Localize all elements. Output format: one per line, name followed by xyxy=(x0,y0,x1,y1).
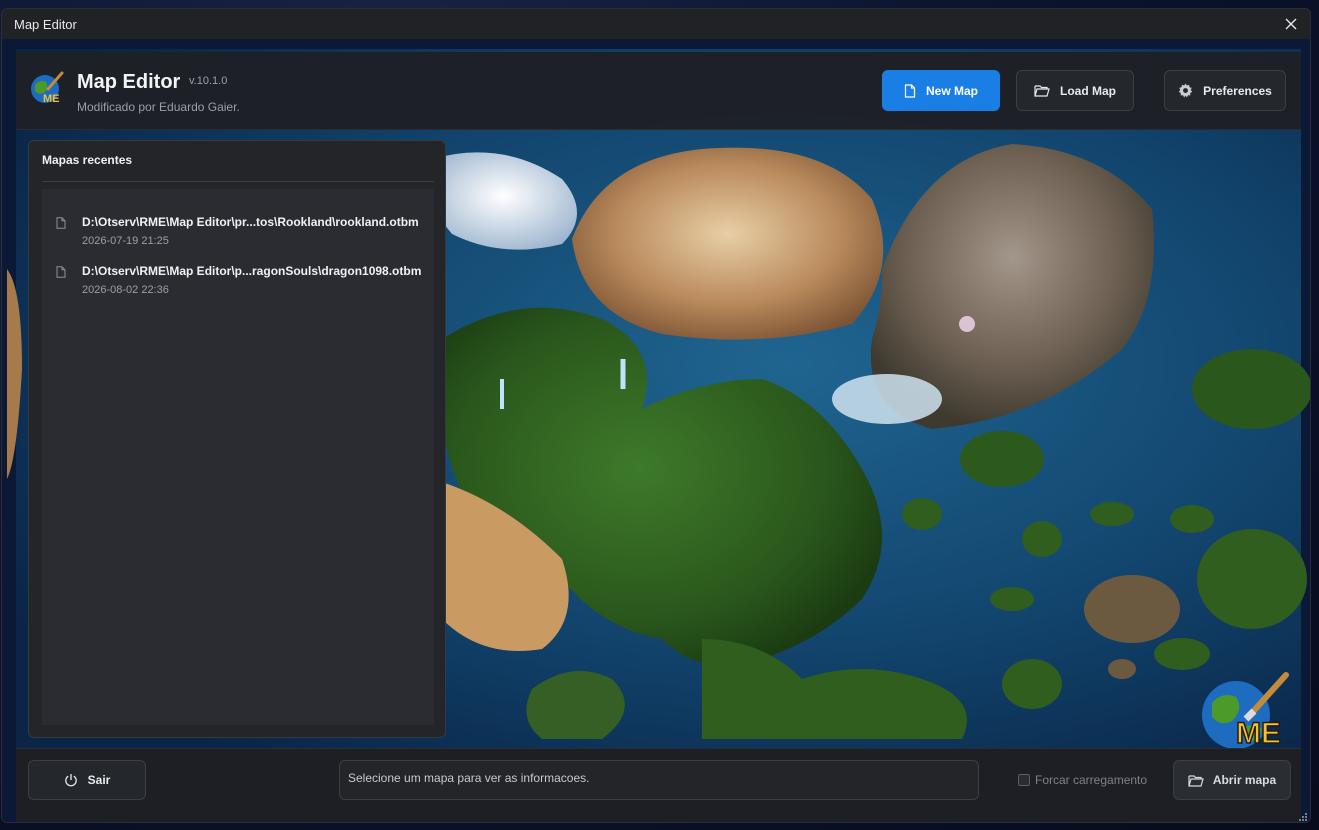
window-title: Map Editor xyxy=(14,16,77,32)
recent-map-path: D:\Otserv\RME\Map Editor\p...ragonSouls\… xyxy=(82,264,422,278)
app-logo-text: ME xyxy=(43,93,60,105)
title-bar: Map Editor xyxy=(2,9,1310,39)
recent-map-date: 2026-08-02 22:36 xyxy=(82,284,169,296)
map-info-box: Selecione um mapa para ver as informacoe… xyxy=(339,760,979,800)
gear-icon xyxy=(1178,83,1193,98)
file-icon xyxy=(56,217,66,229)
app-subtitle: Modificado por Eduardo Gaier. xyxy=(77,100,240,114)
recent-map-date: 2026-07-19 21:25 xyxy=(82,235,169,247)
exit-button[interactable]: Sair xyxy=(28,760,146,800)
brand-logo-icon: ME xyxy=(1202,672,1289,749)
app-name: Map Editor xyxy=(77,71,181,93)
exit-label: Sair xyxy=(87,773,111,787)
recent-map-item[interactable]: D:\Otserv\RME\Map Editor\pr...tos\Rookla… xyxy=(42,202,434,250)
preferences-label: Preferences xyxy=(1203,83,1272,98)
app-version: v.10.1.0 xyxy=(189,75,228,87)
file-icon xyxy=(904,83,916,98)
power-icon xyxy=(64,774,77,787)
close-icon xyxy=(1285,18,1297,30)
open-map-button[interactable]: Abrir mapa xyxy=(1173,760,1291,800)
map-info-text: Selecione um mapa para ver as informacoe… xyxy=(348,771,590,785)
file-icon xyxy=(56,266,66,278)
map-editor-window: Map Editor ME ME Map Editor v.10.1.0 Mod… xyxy=(1,8,1311,823)
folder-open-icon xyxy=(1034,85,1050,97)
recent-maps-panel: Mapas recentes D:\Otserv\RME\Map Editor\… xyxy=(28,140,446,738)
new-map-label: New Map xyxy=(925,83,978,98)
checkbox-box[interactable] xyxy=(1018,774,1030,786)
recent-map-path: D:\Otserv\RME\Map Editor\pr...tos\Rookla… xyxy=(82,215,419,229)
resize-grip-icon[interactable] xyxy=(1298,812,1308,822)
force-load-checkbox[interactable]: Forcar carregamento xyxy=(1018,773,1147,787)
recent-maps-list: D:\Otserv\RME\Map Editor\pr...tos\Rookla… xyxy=(42,189,434,725)
app-logo-icon: ME xyxy=(31,71,64,105)
splash-scene: ME ME Map Editor v.10.1.0 Modificado por… xyxy=(2,39,1310,822)
header-bar: ME Map Editor v.10.1.0 Modificado por Ed… xyxy=(16,52,1301,130)
folder-open-icon xyxy=(1188,774,1204,787)
close-button[interactable] xyxy=(1278,12,1304,36)
divider xyxy=(42,181,434,182)
recent-maps-title: Mapas recentes xyxy=(42,153,133,167)
open-map-label: Abrir mapa xyxy=(1212,773,1277,787)
brand-logo-text: ME xyxy=(1236,717,1281,749)
load-map-button[interactable]: Load Map xyxy=(1016,70,1134,111)
footer-bar: Sair Selecione um mapa para ver as infor… xyxy=(16,748,1301,822)
new-map-button[interactable]: New Map xyxy=(882,70,1000,111)
load-map-label: Load Map xyxy=(1060,83,1116,98)
preferences-button[interactable]: Preferences xyxy=(1164,70,1286,111)
force-load-label: Forcar carregamento xyxy=(1035,773,1148,787)
recent-map-item[interactable]: D:\Otserv\RME\Map Editor\p...ragonSouls\… xyxy=(42,251,434,299)
